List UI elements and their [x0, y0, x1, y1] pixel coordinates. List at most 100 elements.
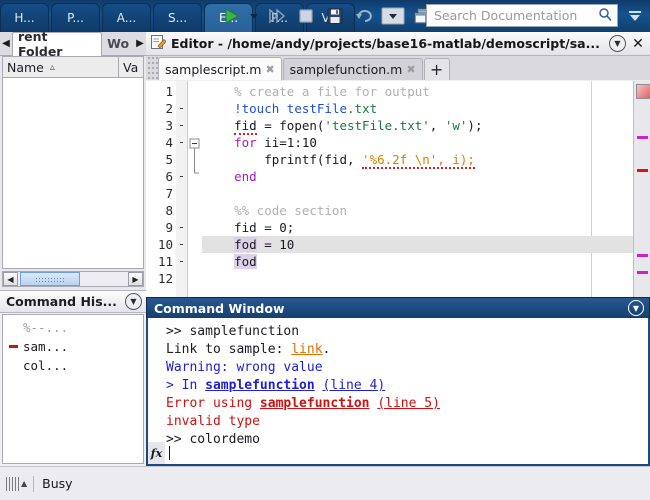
column-header-name[interactable]: Name ▵ [3, 57, 119, 77]
output-hyperlink[interactable]: (line 4) [323, 378, 386, 393]
editor-toolstrip: » [218, 0, 452, 32]
ribbon-tab-shortcuts[interactable]: S... [153, 3, 202, 32]
code-line-current[interactable]: fod = 10 [202, 236, 650, 253]
breakpoint-slot[interactable]: - [176, 219, 187, 236]
status-grip-icon[interactable] [6, 476, 20, 491]
code-line-text: %% code section [204, 203, 347, 218]
file-tab-close-icon[interactable]: ✖ [265, 63, 274, 76]
breakpoint-gutter[interactable]: - - - - - - - [176, 81, 188, 297]
ribbon-tab-apps[interactable]: A... [102, 3, 151, 32]
list-item-label: col... [23, 358, 69, 373]
run-and-advance-icon [264, 3, 290, 29]
code-line[interactable]: %% code section [202, 202, 650, 219]
panel-scroll-left-icon[interactable]: ◀ [0, 33, 12, 55]
tab-workspace[interactable]: Wo [102, 32, 135, 55]
code-analyzer-marker-strip[interactable] [633, 81, 650, 297]
scrollbar-thumb[interactable] [20, 272, 80, 286]
search-documentation-placeholder: Search Documentation [434, 8, 578, 23]
ribbon-collapse-button[interactable] [624, 6, 646, 26]
editor-options-icon[interactable]: ▼ [609, 35, 626, 52]
column-header-value-label: Va [123, 59, 139, 75]
tabstrip-drag-handle[interactable] [148, 56, 158, 80]
tab-current-folder[interactable]: rent Folder [11, 29, 103, 59]
code-line[interactable]: fprintf(fid, '%6.2f \n', i); [202, 151, 650, 169]
workspace-horizontal-scrollbar[interactable]: ◀ ▶ [2, 271, 144, 287]
line-number: 2 [165, 101, 173, 116]
code-line[interactable]: % create a file for output [202, 83, 650, 100]
breakpoint-slot[interactable]: - [176, 117, 187, 134]
column-header-value[interactable]: Va [119, 57, 143, 77]
file-tab-samplefunction[interactable]: samplefunction.m ✖ [282, 58, 423, 80]
command-window-options-icon[interactable]: ▼ [628, 300, 644, 316]
command-history-options-icon[interactable]: ▼ [125, 293, 142, 310]
list-item[interactable]: sam... [3, 337, 143, 356]
ribbon-tab-plots[interactable]: P... [51, 3, 100, 32]
command-history-title: Command His... [6, 294, 117, 309]
output-hyperlink[interactable]: link [291, 342, 322, 357]
close-icon[interactable]: ✕ [630, 36, 646, 52]
run-dropdown-icon[interactable] [247, 3, 261, 29]
code-line[interactable]: fod [202, 253, 650, 270]
ribbon-tab-home[interactable]: H... [0, 3, 49, 32]
list-item[interactable]: %--... [3, 318, 143, 337]
breakpoint-slot[interactable] [176, 202, 187, 219]
output-line-text: invalid type [166, 414, 260, 429]
list-item-label: %--... [23, 320, 69, 335]
code-line[interactable]: fid = 0; [202, 219, 650, 236]
status-divider [33, 475, 35, 492]
left-panel-column: ◀ rent Folder Wo ▶ Name ▵ Va ◀ ▶ Command… [0, 29, 146, 466]
breakpoint-slot[interactable] [176, 185, 187, 202]
layout-dropdown-icon[interactable] [380, 3, 406, 29]
breakpoint-slot[interactable]: - [176, 168, 187, 185]
breakpoint-slot[interactable] [176, 151, 187, 168]
breakpoint-slot[interactable]: - [176, 236, 187, 253]
output-hyperlink[interactable]: (line 5) [377, 396, 440, 411]
output-hyperlink[interactable]: samplefunction [205, 378, 315, 393]
code-text-area[interactable]: % create a file for output !touch testFi… [202, 81, 650, 297]
code-line[interactable] [202, 185, 650, 202]
code-editor-area[interactable]: 1 2 3 4 5 6 7 8 9 10 11 12 - - - - - - -… [146, 81, 650, 297]
scrollbar-grip-icon [35, 277, 65, 283]
breakpoint-slot[interactable] [176, 83, 187, 100]
breakpoint-slot[interactable]: - [176, 134, 187, 151]
analyzer-marker-magenta[interactable] [637, 136, 648, 139]
run-icon[interactable] [218, 3, 244, 29]
search-documentation-field[interactable]: Search Documentation [426, 4, 618, 27]
list-item[interactable]: col... [3, 356, 143, 375]
new-file-tab-button[interactable]: + [423, 58, 450, 80]
analyzer-marker-red[interactable] [637, 169, 648, 172]
code-line[interactable]: !touch testFile.txt [202, 100, 650, 117]
status-expand-icon[interactable]: ▲ [21, 479, 27, 488]
command-output-lines: >> samplefunction Link to sample: link. … [148, 318, 648, 449]
code-line[interactable]: for ii=1:10 [202, 134, 650, 151]
file-tab-samplescript-label: samplescript.m [165, 61, 262, 77]
function-browser-icon[interactable]: fx [148, 442, 165, 464]
code-folding-gutter[interactable] [188, 81, 202, 297]
analyzer-marker-magenta[interactable] [637, 254, 648, 257]
status-badge: Busy [42, 476, 73, 491]
analyzer-marker-magenta[interactable] [637, 271, 648, 274]
command-window-titlebar: Command Window ▼ [146, 297, 650, 318]
editor-titlebar: Editor - /home/andy/projects/base16-matl… [146, 32, 650, 56]
code-line[interactable]: end [202, 168, 650, 185]
scroll-right-icon[interactable]: ▶ [128, 272, 143, 286]
scrollbar-track[interactable] [18, 272, 128, 286]
command-prompt-row[interactable]: fx [148, 442, 648, 464]
code-line[interactable]: fid = fopen('testFile.txt', 'w'); [202, 117, 650, 135]
tab-current-folder-label: rent Folder [17, 29, 63, 59]
save-icon[interactable] [322, 3, 348, 29]
breakpoint-slot[interactable]: - [176, 100, 187, 117]
analyzer-error-indicator-icon[interactable] [636, 84, 650, 99]
output-hyperlink[interactable]: samplefunction [260, 396, 370, 411]
code-line[interactable] [202, 270, 650, 287]
file-tab-close-icon[interactable]: ✖ [406, 63, 415, 76]
file-tab-samplescript[interactable]: samplescript.m ✖ [158, 57, 282, 80]
breakpoint-slot[interactable]: - [176, 253, 187, 270]
breakpoint-slot[interactable] [176, 270, 187, 287]
panel-scroll-right-icon[interactable]: ▶ [134, 33, 146, 55]
output-line-warning: Warning: wrong value [166, 359, 648, 377]
command-window-output[interactable]: >> samplefunction Link to sample: link. … [146, 318, 650, 466]
scroll-left-icon[interactable]: ◀ [3, 272, 18, 286]
line-number: 3 [165, 118, 173, 133]
code-line-text: % create a file for output [204, 84, 430, 99]
